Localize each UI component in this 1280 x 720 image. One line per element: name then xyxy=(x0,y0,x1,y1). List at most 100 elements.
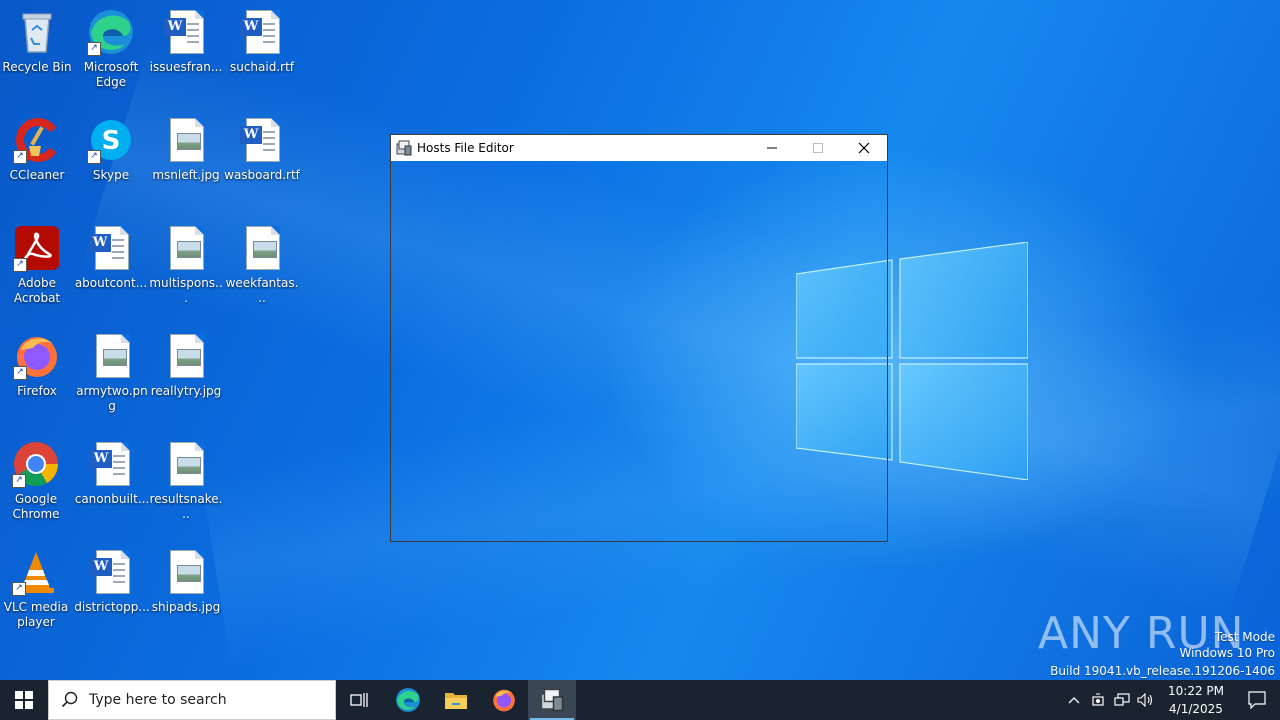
desktop-icon-ccleaner[interactable]: ↗ CCleaner xyxy=(0,116,75,183)
desktop-icon-firefox[interactable]: ↗ Firefox xyxy=(0,332,75,399)
system-tray: 10:22 PM 4/1/2025 xyxy=(1062,680,1280,720)
image-file-icon xyxy=(103,349,127,366)
desktop-icon-label: armytwo.png xyxy=(76,384,148,413)
taskbar-edge[interactable] xyxy=(384,680,432,720)
notification-icon xyxy=(1248,691,1266,709)
image-file-icon xyxy=(177,565,201,582)
firefox-icon xyxy=(493,689,515,712)
network-button[interactable] xyxy=(1110,680,1134,720)
desktop-icon-districtopp[interactable]: W districtopp... xyxy=(74,548,150,615)
build-text: Build 19041.vb_release.191206-1406 xyxy=(1050,664,1275,678)
image-file-icon xyxy=(253,241,277,258)
desktop-icon-label: CCleaner xyxy=(9,168,65,182)
desktop-icon-weekfantas[interactable]: weekfantas... xyxy=(224,224,300,306)
desktop-icon-label: msnleft.jpg xyxy=(152,168,220,182)
desktop-icon-label: weekfantas... xyxy=(225,276,299,305)
desktop-icon-label: aboutcont... xyxy=(74,276,148,290)
search-placeholder: Type here to search xyxy=(89,692,227,708)
window-client-area[interactable] xyxy=(391,161,887,541)
maximize-button[interactable] xyxy=(795,135,841,161)
show-hidden-icons-button[interactable] xyxy=(1062,680,1086,720)
tray-app-button[interactable] xyxy=(1086,680,1110,720)
taskbar-search-box[interactable]: Type here to search xyxy=(48,680,336,720)
window-titlebar[interactable]: Hosts File Editor xyxy=(391,135,887,161)
desktop-icon-shipads[interactable]: shipads.jpg xyxy=(148,548,224,615)
volume-button[interactable] xyxy=(1134,680,1158,720)
image-file-icon xyxy=(177,349,201,366)
taskbar-hosts-file-editor[interactable] xyxy=(528,680,576,720)
action-center-button[interactable] xyxy=(1234,680,1280,720)
task-view-button[interactable] xyxy=(336,680,384,720)
shortcut-arrow-icon: ↗ xyxy=(87,150,101,164)
desktop-icon-aboutcont[interactable]: W aboutcont... xyxy=(73,224,149,291)
chevron-up-icon xyxy=(1068,697,1080,704)
volume-icon xyxy=(1137,693,1153,707)
folder-icon xyxy=(445,693,467,709)
window-title: Hosts File Editor xyxy=(417,141,514,155)
shortcut-arrow-icon: ↗ xyxy=(13,150,27,164)
test-mode-text: Test Mode xyxy=(1214,630,1275,644)
start-button[interactable] xyxy=(0,680,48,720)
desktop-icon-vlc[interactable]: ↗ VLC media player xyxy=(0,548,74,630)
word-document-icon: W xyxy=(164,18,186,36)
desktop-icon-skype[interactable]: S ↗ Skype xyxy=(73,116,149,183)
tray-app-icon xyxy=(1092,693,1104,706)
svg-text:S: S xyxy=(102,126,121,156)
desktop-icon-recycle-bin[interactable]: Recycle Bin xyxy=(0,8,75,75)
minimize-icon xyxy=(767,147,777,149)
desktop-icon-armytwo[interactable]: armytwo.png xyxy=(74,332,150,414)
recycle-bin-icon xyxy=(22,13,52,53)
desktop-icon-issuesfran[interactable]: W issuesfran... xyxy=(148,8,224,75)
desktop-icon-suchaid[interactable]: W suchaid.rtf xyxy=(224,8,300,75)
desktop-icon-label: Recycle Bin xyxy=(2,60,72,74)
desktop-icon-label: shipads.jpg xyxy=(151,600,221,614)
desktop-icon-label: districtopp... xyxy=(74,600,150,614)
clock-time: 10:22 PM xyxy=(1168,684,1224,698)
hosts-editor-app-icon xyxy=(540,688,564,712)
desktop-icon-label: Firefox xyxy=(17,384,57,398)
desktop-icon-resultsnake[interactable]: resultsnake... xyxy=(148,440,224,522)
desktop-icon-label: issuesfran... xyxy=(149,60,223,74)
desktop-icon-label: canonbuilt... xyxy=(74,492,150,506)
desktop-icon-label: resultsnake... xyxy=(149,492,223,521)
shortcut-arrow-icon: ↗ xyxy=(12,474,26,488)
desktop-icon-label: suchaid.rtf xyxy=(229,60,295,74)
desktop-icon-google-chrome[interactable]: ↗ Google Chrome xyxy=(0,440,74,522)
desktop-icon-reallytry[interactable]: reallytry.jpg xyxy=(148,332,224,399)
search-icon xyxy=(61,691,78,708)
desktop-icon-adobe-acrobat[interactable]: ↗ Adobe Acrobat xyxy=(0,224,75,306)
windows-edition-text: Windows 10 Pro xyxy=(1179,646,1275,660)
desktop-icon-label: reallytry.jpg xyxy=(150,384,222,398)
image-file-icon xyxy=(177,133,201,150)
desktop-icon-msnleft[interactable]: msnleft.jpg xyxy=(148,116,224,183)
desktop-icon-label: Microsoft Edge xyxy=(83,60,139,89)
close-button[interactable] xyxy=(841,135,887,161)
windows-start-icon xyxy=(15,691,33,709)
desktop-icon-label: VLC media player xyxy=(3,600,69,629)
taskbar: Type here to search 10:22 PM 4/1/2025 xyxy=(0,680,1280,720)
desktop-icon-wasboard[interactable]: W wasboard.rtf xyxy=(224,116,300,183)
shortcut-arrow-icon: ↗ xyxy=(13,366,27,380)
close-icon xyxy=(858,142,870,154)
taskbar-firefox[interactable] xyxy=(480,680,528,720)
desktop-icon-label: Skype xyxy=(92,168,130,182)
hosts-editor-app-icon xyxy=(396,140,412,156)
shortcut-arrow-icon: ↗ xyxy=(13,258,27,272)
shortcut-arrow-icon: ↗ xyxy=(12,582,26,596)
desktop-icon-multispons[interactable]: multispons... xyxy=(148,224,224,306)
desktop-icon-canonbuilt[interactable]: W canonbuilt... xyxy=(74,440,150,507)
desktop-icon-label: wasboard.rtf xyxy=(224,168,300,182)
desktop-icon-label: Google Chrome xyxy=(12,492,60,521)
word-document-icon: W xyxy=(90,558,112,576)
hosts-file-editor-window[interactable]: Hosts File Editor xyxy=(390,134,888,542)
minimize-button[interactable] xyxy=(749,135,795,161)
desktop-icon-label: multispons... xyxy=(149,276,223,305)
taskbar-clock[interactable]: 10:22 PM 4/1/2025 xyxy=(1158,682,1234,718)
word-document-icon: W xyxy=(240,126,262,144)
taskbar-file-explorer[interactable] xyxy=(432,680,480,720)
network-icon xyxy=(1114,693,1130,706)
word-document-icon: W xyxy=(89,234,111,252)
edge-icon xyxy=(396,688,420,712)
maximize-icon xyxy=(813,143,823,153)
desktop-icon-microsoft-edge[interactable]: ↗ Microsoft Edge xyxy=(73,8,149,90)
